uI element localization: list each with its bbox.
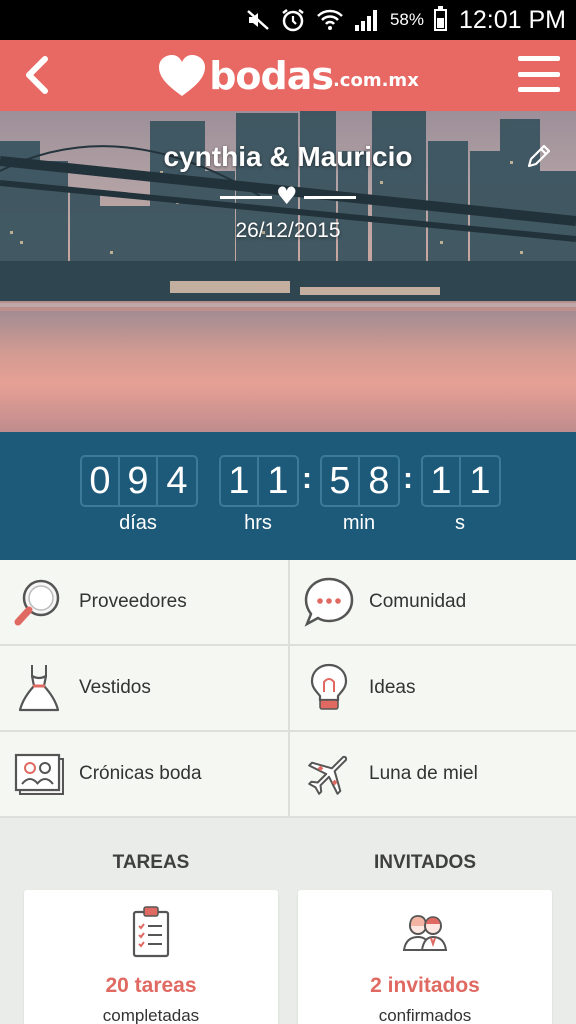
menu-label: Comunidad [369, 591, 467, 612]
app-header: bodas .com.mx [0, 40, 576, 111]
minutes-counter: 5 8 [320, 455, 400, 507]
menu-label: Luna de miel [369, 763, 478, 784]
battery-percent: 58% [389, 10, 424, 29]
menu-item-luna-de-miel[interactable]: Luna de miel [288, 732, 576, 818]
wifi-icon [317, 9, 343, 30]
guests-title: INVITADOS [373, 852, 477, 873]
menu-label: Crónicas boda [79, 763, 202, 784]
menu-item-proveedores[interactable]: Proveedores [0, 560, 288, 646]
heart-logo-icon [159, 54, 206, 96]
magnifier-icon [14, 579, 60, 626]
guests-card[interactable]: 2 invitados confirmados [298, 890, 552, 1024]
time-separator: : [302, 462, 312, 495]
menu-item-cronicas-boda[interactable]: Crónicas boda [0, 732, 288, 818]
alarm-icon [282, 9, 304, 32]
dress-icon [18, 665, 60, 712]
pencil-icon [527, 144, 551, 168]
heart-icon: ♥ [276, 182, 298, 210]
guests-count: 2 invitados [370, 974, 480, 997]
hero-banner: cynthia & Mauricio ♥ 26/12/2015 [0, 111, 576, 432]
seconds-digit: 1 [469, 459, 491, 502]
feature-menu: Proveedores Comunidad Vestidos Ideas Cró… [0, 560, 576, 818]
days-counter: 0 9 4 [80, 455, 198, 507]
brand-name: bodas [209, 53, 334, 98]
clock: 12:01 PM [458, 5, 566, 34]
seconds-digit: 1 [423, 457, 461, 505]
battery-icon [433, 6, 447, 31]
menu-item-comunidad[interactable]: Comunidad [288, 560, 576, 646]
status-bar: 58% 12:01 PM [0, 0, 576, 40]
tasks-status: completadas [102, 1006, 200, 1024]
tasks-count: 20 tareas [105, 974, 197, 997]
lightbulb-icon [310, 663, 348, 710]
time-separator: : [403, 462, 413, 495]
days-digit: 9 [120, 457, 158, 505]
days-digit: 0 [82, 457, 120, 505]
brand-logo[interactable]: bodas .com.mx [157, 54, 419, 98]
hours-digit: 1 [221, 457, 259, 505]
clipboard-checklist-icon [132, 906, 170, 958]
photo-album-icon [14, 753, 64, 795]
days-label: días [119, 512, 157, 534]
brand-tld: .com.mx [332, 69, 419, 91]
menu-label: Vestidos [79, 677, 151, 698]
chevron-left-icon [26, 56, 48, 94]
minutes-digit: 5 [322, 457, 360, 505]
airplane-icon [308, 755, 348, 795]
signal-icon [354, 10, 377, 31]
tasks-card[interactable]: 20 tareas completadas [24, 890, 278, 1024]
menu-label: Ideas [369, 677, 416, 698]
wedding-date: 26/12/2015 [235, 219, 341, 242]
chat-bubble-icon [304, 577, 354, 627]
heart-divider: ♥ [220, 182, 356, 210]
menu-item-vestidos[interactable]: Vestidos [0, 646, 288, 732]
hours-digit: 1 [267, 459, 289, 502]
couple-icon [402, 915, 448, 951]
hours-counter: 1 1 [219, 455, 299, 507]
couple-names: cynthia & Mauricio [163, 141, 413, 172]
hours-label: hrs [244, 512, 272, 534]
menu-item-ideas[interactable]: Ideas [288, 646, 576, 732]
minutes-label: min [342, 512, 376, 534]
menu-label: Proveedores [79, 591, 187, 612]
back-button[interactable] [14, 50, 58, 100]
days-digit: 4 [166, 459, 188, 502]
wedding-countdown: 0 9 4 1 1 : 5 8 : 1 1 días hrs min s [0, 432, 576, 560]
edit-button[interactable] [524, 141, 554, 171]
seconds-counter: 1 1 [421, 455, 501, 507]
hamburger-menu-icon[interactable] [518, 54, 560, 94]
minutes-digit: 8 [368, 459, 390, 502]
mute-icon [247, 10, 269, 30]
seconds-label: s [455, 512, 465, 534]
guests-status: confirmados [378, 1006, 472, 1024]
tasks-title: TAREAS [112, 852, 190, 873]
